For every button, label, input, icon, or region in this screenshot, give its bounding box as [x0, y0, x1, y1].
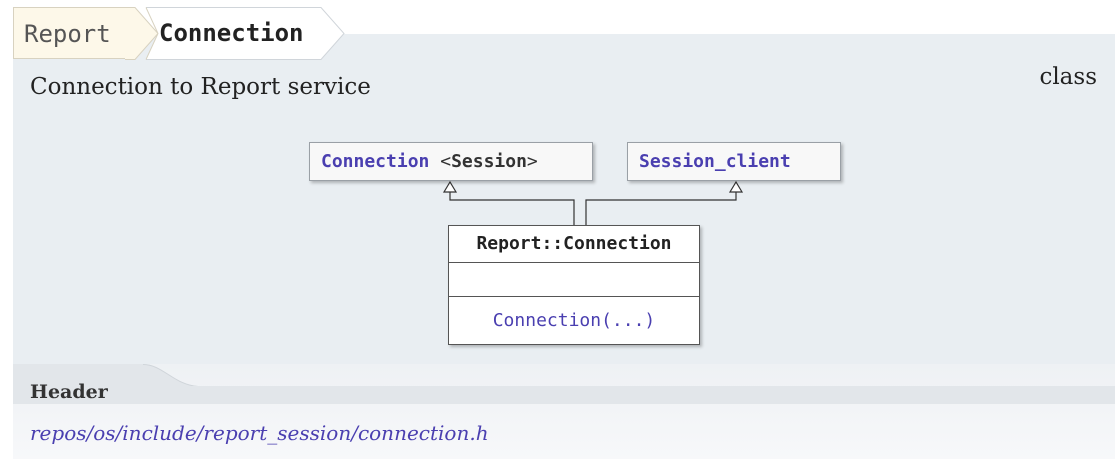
- class-method-constructor[interactable]: Connection(...): [449, 297, 699, 345]
- base-class-session-client: Session_client: [627, 142, 841, 181]
- class-box: Report::Connection Connection(...): [448, 225, 700, 345]
- header-file-link[interactable]: repos/os/include/report_session/connecti…: [30, 421, 489, 445]
- breadcrumb-item-report[interactable]: Report: [13, 7, 125, 59]
- inheritance-line-session-client: [585, 192, 737, 225]
- base-class-connection: Connection <Session>: [309, 142, 593, 181]
- base-class-connection-link[interactable]: Connection: [321, 151, 429, 172]
- inheritance-arrow-session-client: [728, 180, 744, 193]
- inheritance-line-connection: [449, 192, 575, 225]
- template-params: <Session>: [440, 151, 538, 172]
- page: Connection to Report service class Repor…: [0, 0, 1115, 459]
- template-close: >: [526, 151, 538, 172]
- base-class-session-client-link[interactable]: Session_client: [639, 151, 791, 172]
- inheritance-arrow-connection: [442, 180, 458, 193]
- header-tab-shape: [13, 364, 1115, 404]
- template-arg: Session: [451, 151, 527, 172]
- class-name: Report::Connection: [449, 226, 699, 263]
- header-label: Header: [30, 381, 108, 403]
- class-attributes: [449, 263, 699, 297]
- breadcrumb-item-connection: Connection: [159, 19, 304, 47]
- template-open: <: [440, 151, 452, 172]
- header-section: Header repos/os/include/report_session/c…: [13, 364, 1115, 459]
